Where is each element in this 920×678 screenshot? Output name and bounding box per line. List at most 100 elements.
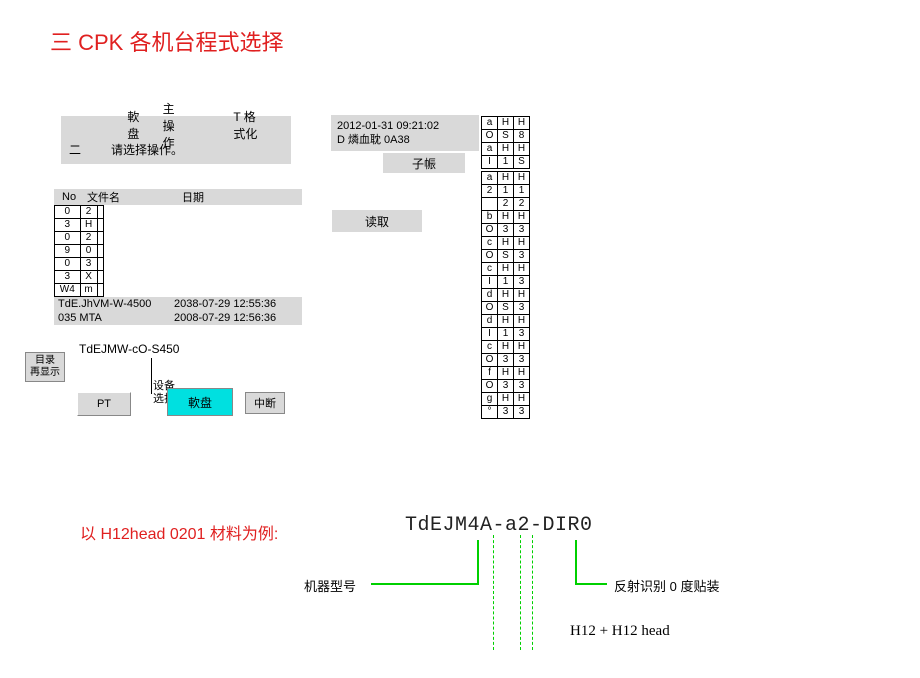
ref-cell: 8 bbox=[514, 130, 530, 143]
main-panel: 軟盘 主操作 T 格式化 二 请选择操作。 bbox=[61, 116, 291, 164]
file-list-header: No 文件名 日期 bbox=[54, 189, 302, 205]
ref-cell: d bbox=[482, 289, 498, 302]
ref-cell: g bbox=[482, 393, 498, 406]
ref-cell: I bbox=[482, 276, 498, 289]
ref-cell: 3 bbox=[498, 406, 514, 419]
read-button[interactable]: 读取 bbox=[332, 210, 422, 232]
index-cell: 2 bbox=[80, 206, 97, 219]
ref-cell: H bbox=[498, 289, 514, 302]
ref-cell: H bbox=[514, 172, 530, 185]
ref-cell: a bbox=[482, 172, 498, 185]
menu-row: 軟盘 主操作 T 格式化 bbox=[61, 116, 291, 134]
index-cell bbox=[97, 232, 103, 245]
index-cell bbox=[97, 271, 103, 284]
ref-cell: H bbox=[498, 393, 514, 406]
index-cell: 3 bbox=[80, 258, 97, 271]
ref-cell: H bbox=[514, 263, 530, 276]
index-cell: 9 bbox=[55, 245, 81, 258]
ref-cell: H bbox=[514, 237, 530, 250]
ref-cell: H bbox=[514, 289, 530, 302]
file-list-index: 02 3H 02 90 03 3X W4m bbox=[54, 205, 104, 297]
ref-cell: S bbox=[498, 250, 514, 263]
ref-cell: O bbox=[482, 250, 498, 263]
index-cell bbox=[97, 258, 103, 271]
file-row[interactable]: 035 MTA2008-07-29 12:56:36 bbox=[54, 311, 302, 325]
index-cell: m bbox=[80, 284, 97, 297]
file-name: 035 MTA bbox=[54, 312, 174, 324]
file-name: TdE.JhVM-W-4500 bbox=[54, 298, 174, 310]
ref-cell: f bbox=[482, 367, 498, 380]
ref-cell: H bbox=[498, 117, 514, 130]
col-no: No bbox=[62, 191, 87, 203]
ref-cell: H bbox=[498, 237, 514, 250]
ref-cell: 1 bbox=[498, 328, 514, 341]
ref-cell: 3 bbox=[514, 328, 530, 341]
index-cell: 0 bbox=[55, 258, 81, 271]
ref-cell: O bbox=[482, 130, 498, 143]
example-code: TdEJM4A-a2-DIR0 bbox=[405, 514, 593, 537]
ref-cell: a bbox=[482, 117, 498, 130]
sub-button[interactable]: 子帪 bbox=[383, 153, 465, 173]
index-cell: H bbox=[80, 219, 97, 232]
prompt-text: 请选择操作。 bbox=[111, 141, 183, 158]
floppy-button[interactable]: 軟盘 bbox=[167, 388, 233, 416]
file-row[interactable]: TdE.JhVM-W-45002038-07-29 12:55:36 bbox=[54, 297, 302, 311]
connector-model-h bbox=[371, 583, 479, 585]
index-cell: 3 bbox=[55, 219, 81, 232]
ref-cell: a bbox=[482, 143, 498, 156]
ref-cell: O bbox=[482, 354, 498, 367]
ref-cell: H bbox=[514, 211, 530, 224]
head-label: H12 + H12 head bbox=[570, 623, 670, 640]
ref-cell: S bbox=[498, 130, 514, 143]
ref-cell: 3 bbox=[498, 380, 514, 393]
model-label: 机器型号 bbox=[304, 576, 356, 595]
reflect-label: 反射识别 0 度贴装 bbox=[614, 576, 719, 595]
ref-cell: H bbox=[514, 367, 530, 380]
ref-cell: 2 bbox=[514, 198, 530, 211]
ref-cell: H bbox=[514, 143, 530, 156]
index-cell bbox=[97, 284, 103, 297]
device-select-area: 目录再显示 TdEJMW-cO-S450 设备选择 PT 軟盘 中断 bbox=[25, 338, 300, 418]
ref-cell: 3 bbox=[514, 354, 530, 367]
index-cell bbox=[97, 245, 103, 258]
side-reference-table: aHHOS8aHHI1SaHH21122bHHO33cHHOS3cHHI13dH… bbox=[481, 116, 530, 419]
ref-cell: I bbox=[482, 328, 498, 341]
index-cell: 0 bbox=[55, 232, 81, 245]
connector-model-v bbox=[477, 540, 479, 585]
index-cell: X bbox=[80, 271, 97, 284]
ref-cell: 3 bbox=[514, 250, 530, 263]
ref-cell: H bbox=[514, 341, 530, 354]
ref-cell: H bbox=[498, 211, 514, 224]
ref-cell bbox=[482, 198, 498, 211]
ref-cell: 3 bbox=[514, 302, 530, 315]
dir-redisplay-button[interactable]: 目录再显示 bbox=[25, 352, 65, 382]
ref-cell: O bbox=[482, 380, 498, 393]
prompt-num: 二 bbox=[69, 141, 81, 158]
datetime-line1: 2012-01-31 09:21:02 bbox=[337, 119, 473, 133]
menu-format[interactable]: T 格式化 bbox=[233, 108, 263, 142]
ref-cell: H bbox=[514, 315, 530, 328]
pt-button[interactable]: PT bbox=[77, 392, 131, 416]
file-date: 2038-07-29 12:55:36 bbox=[174, 298, 302, 310]
index-cell bbox=[97, 206, 103, 219]
ref-cell: 3 bbox=[498, 354, 514, 367]
ref-cell: 1 bbox=[498, 185, 514, 198]
ref-cell: H bbox=[498, 172, 514, 185]
ref-cell: 3 bbox=[514, 380, 530, 393]
menu-disk[interactable]: 軟盘 bbox=[127, 108, 142, 142]
page-title: 三 CPK 各机台程式选择 bbox=[50, 25, 283, 57]
index-cell: 0 bbox=[80, 245, 97, 258]
ref-cell: 3 bbox=[514, 406, 530, 419]
datetime-box: 2012-01-31 09:21:02 D 燐血耽 0A38 bbox=[331, 115, 479, 151]
ref-cell: c bbox=[482, 341, 498, 354]
ref-cell: H bbox=[498, 143, 514, 156]
ref-cell: H bbox=[498, 367, 514, 380]
connector-reflect-v bbox=[575, 540, 577, 585]
ref-cell: H bbox=[498, 315, 514, 328]
ref-cell: 3 bbox=[498, 224, 514, 237]
datetime-line2: D 燐血耽 0A38 bbox=[337, 133, 473, 147]
stop-button[interactable]: 中断 bbox=[245, 392, 285, 414]
dash-1 bbox=[493, 535, 494, 650]
ref-cell: c bbox=[482, 237, 498, 250]
ref-cell: 2 bbox=[498, 198, 514, 211]
